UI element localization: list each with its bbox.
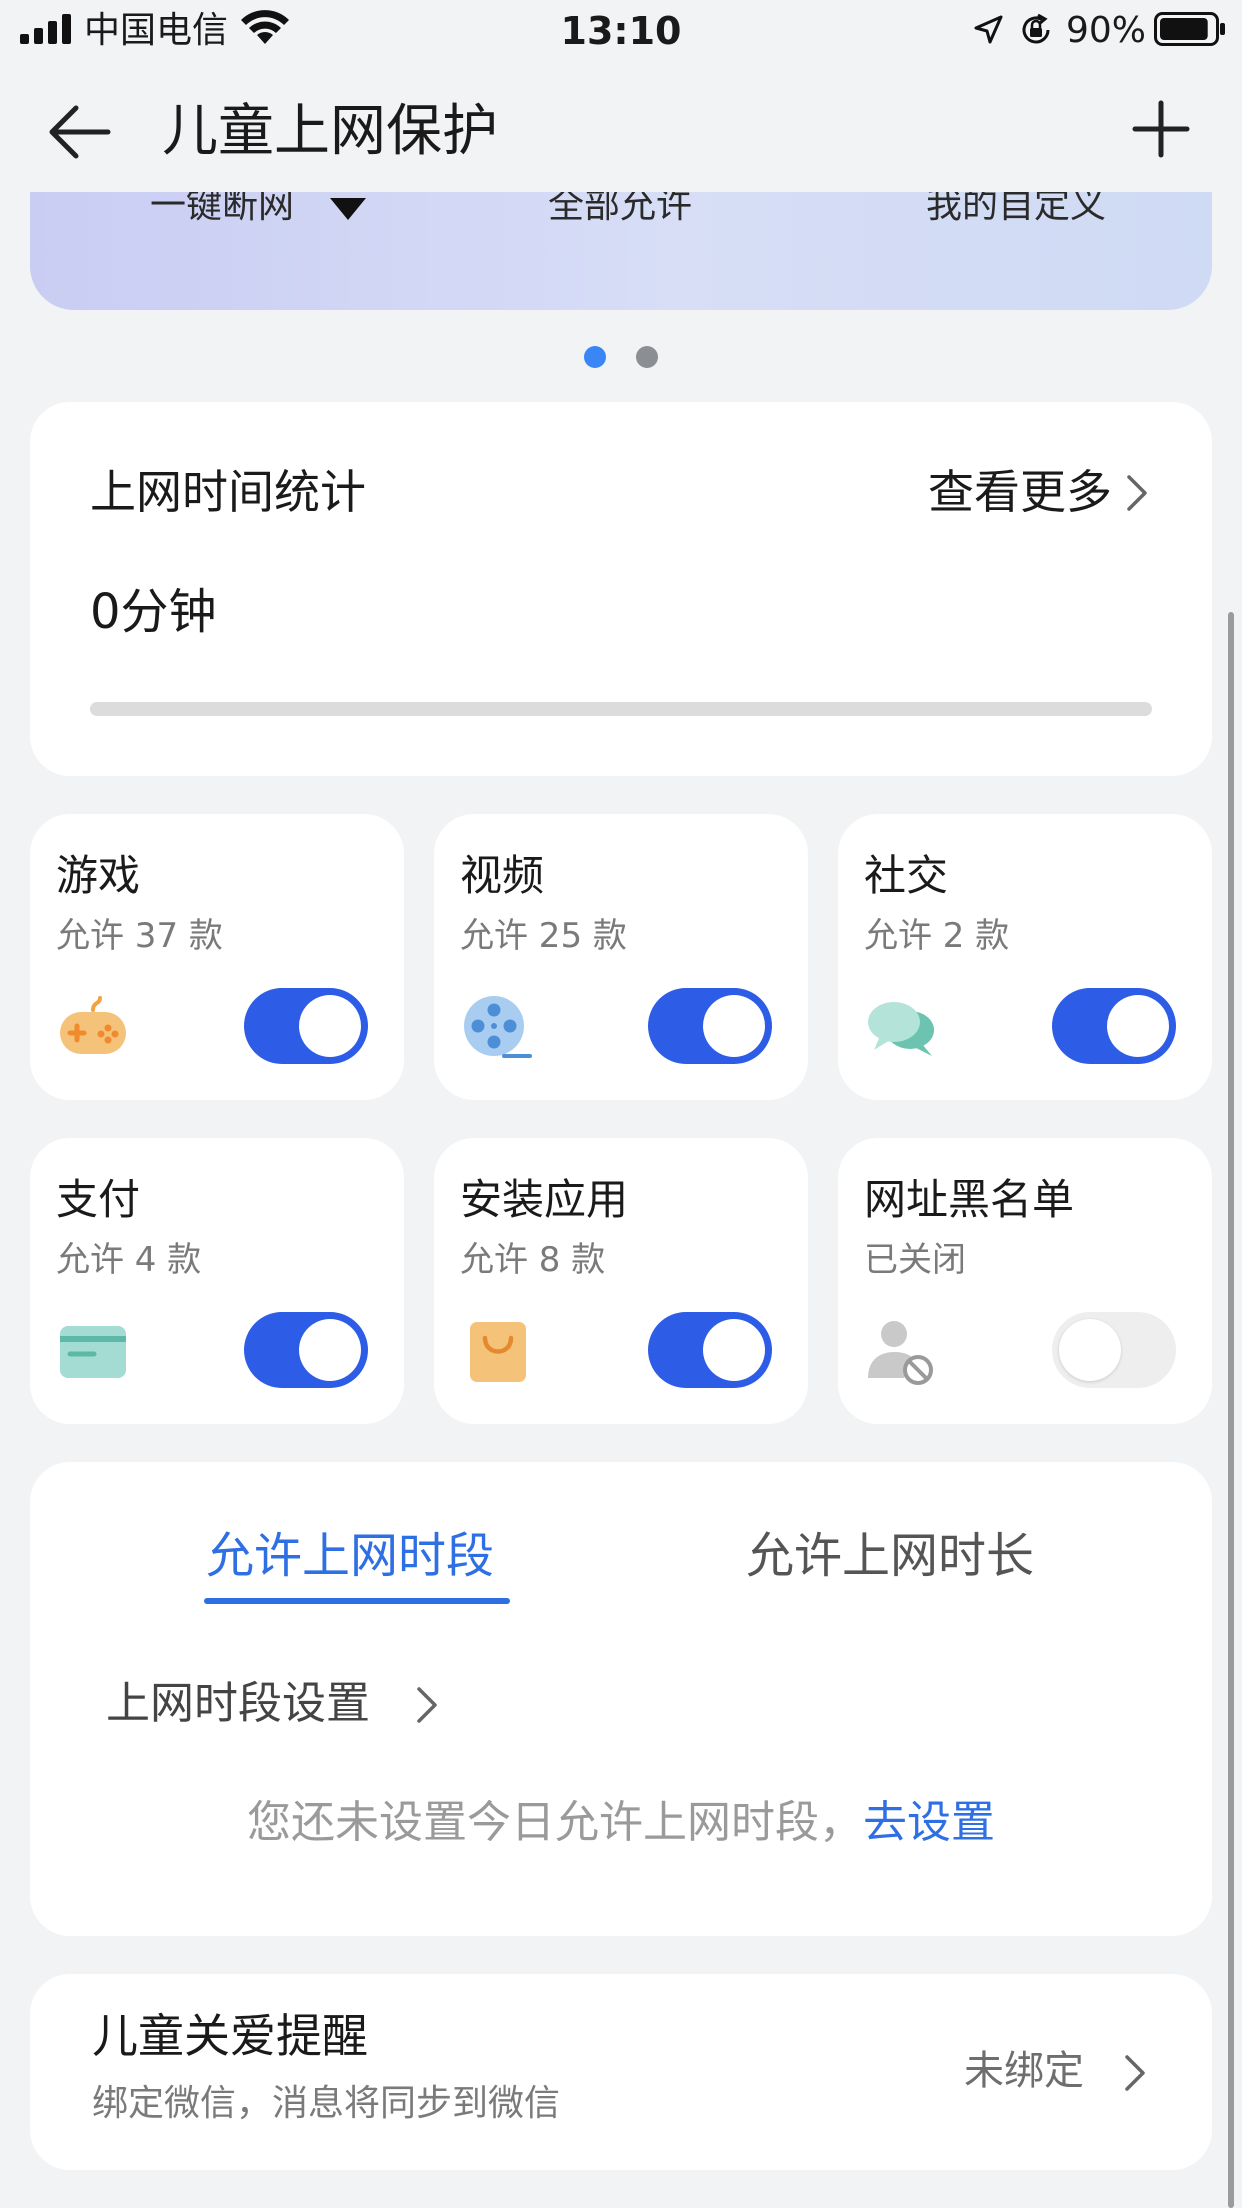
category-tile-video[interactable]: 视频 允许 25 款	[434, 814, 808, 1100]
chat-bubbles-icon	[868, 1002, 934, 1056]
care-reminder-card[interactable]: 儿童关爱提醒 绑定微信，消息将同步到微信 未绑定	[30, 1974, 1212, 2170]
category-status: 允许 8 款	[460, 1240, 606, 1280]
chevron-right-icon[interactable]	[416, 1686, 438, 1724]
location-arrow-icon	[974, 15, 1003, 44]
category-status: 已关闭	[864, 1240, 966, 1280]
category-name: 网址黑名单	[864, 1175, 1075, 1224]
category-name: 游戏	[56, 851, 141, 900]
category-tile-url-blacklist[interactable]: 网址黑名单 已关闭	[838, 1138, 1212, 1424]
category-tile-social[interactable]: 社交 允许 2 款	[838, 814, 1212, 1100]
reminder-title: 儿童关爱提醒	[92, 2009, 368, 2063]
app-header: 儿童上网保护	[0, 62, 1242, 192]
category-name: 社交	[864, 851, 949, 900]
toggle-knob	[299, 1319, 361, 1381]
chevron-right-icon[interactable]	[1126, 474, 1148, 512]
schedule-hint-text: 您还未设置今日允许上网时段，	[247, 1797, 863, 1848]
usage-progress-bar	[90, 702, 1152, 716]
category-name: 支付	[56, 1175, 141, 1224]
status-bar: 中国电信 13:10 90%	[0, 0, 1242, 62]
category-status: 允许 37 款	[56, 916, 223, 956]
period-setting-link[interactable]: 上网时段设置	[106, 1674, 370, 1734]
schedule-hint: 您还未设置今日允许上网时段，去设置	[30, 1792, 1212, 1854]
shopping-bag-icon	[470, 1322, 526, 1382]
usage-title: 上网时间统计	[90, 465, 366, 519]
caret-down-icon[interactable]	[330, 198, 366, 220]
page-indicator	[0, 346, 1242, 368]
gamepad-icon	[60, 996, 126, 1054]
toggle-knob	[1107, 995, 1169, 1057]
category-toggle[interactable]	[648, 988, 772, 1064]
usage-stats-card: 上网时间统计 查看更多 0分钟	[30, 402, 1212, 776]
page-dot	[636, 346, 658, 368]
category-tile-install-apps[interactable]: 安装应用 允许 8 款	[434, 1138, 808, 1424]
clock: 13:10	[560, 9, 682, 53]
go-setup-link[interactable]: 去设置	[863, 1797, 995, 1848]
category-status: 允许 25 款	[460, 916, 627, 956]
reminder-subtitle: 绑定微信，消息将同步到微信	[92, 2083, 561, 2124]
back-arrow-icon[interactable]	[46, 104, 112, 160]
toggle-knob	[1059, 1319, 1121, 1381]
tab-allowed-duration[interactable]: 允许上网时长	[746, 1522, 1034, 1590]
category-toggle[interactable]	[244, 988, 368, 1064]
category-status: 允许 4 款	[56, 1240, 202, 1280]
chevron-right-icon[interactable]	[1124, 2054, 1146, 2092]
schedule-card: 允许上网时段 允许上网时长 上网时段设置 您还未设置今日允许上网时段，去设置	[30, 1462, 1212, 1936]
toggle-knob	[703, 995, 765, 1057]
category-tile-games[interactable]: 游戏 允许 37 款	[30, 814, 404, 1100]
category-toggle[interactable]	[244, 1312, 368, 1388]
film-reel-icon	[464, 996, 532, 1058]
category-toggle[interactable]	[648, 1312, 772, 1388]
toggle-knob	[299, 995, 361, 1057]
category-name: 视频	[460, 851, 545, 900]
scrollbar[interactable]	[1228, 612, 1234, 2208]
page-title: 儿童上网保护	[162, 99, 498, 164]
reminder-bind-status: 未绑定	[964, 2048, 1084, 2094]
toggle-knob	[703, 1319, 765, 1381]
category-toggle[interactable]	[1052, 988, 1176, 1064]
usage-total-time: 0分钟	[90, 584, 217, 640]
category-status: 允许 2 款	[864, 916, 1010, 956]
credit-card-icon	[60, 1326, 126, 1378]
tab-allowed-periods[interactable]: 允许上网时段	[206, 1522, 494, 1590]
category-tile-payment[interactable]: 支付 允许 4 款	[30, 1138, 404, 1424]
category-name: 安装应用	[460, 1175, 629, 1224]
battery-percent: 90%	[1066, 10, 1147, 51]
page-dot-active	[584, 346, 606, 368]
battery-icon	[1154, 12, 1225, 46]
category-toggle[interactable]	[1052, 1312, 1176, 1388]
active-tab-indicator	[204, 1598, 510, 1604]
add-icon[interactable]	[1132, 100, 1190, 158]
rotation-lock-icon	[1022, 13, 1050, 44]
view-more-link[interactable]: 查看更多	[928, 460, 1112, 524]
blocked-user-icon	[868, 1321, 933, 1385]
